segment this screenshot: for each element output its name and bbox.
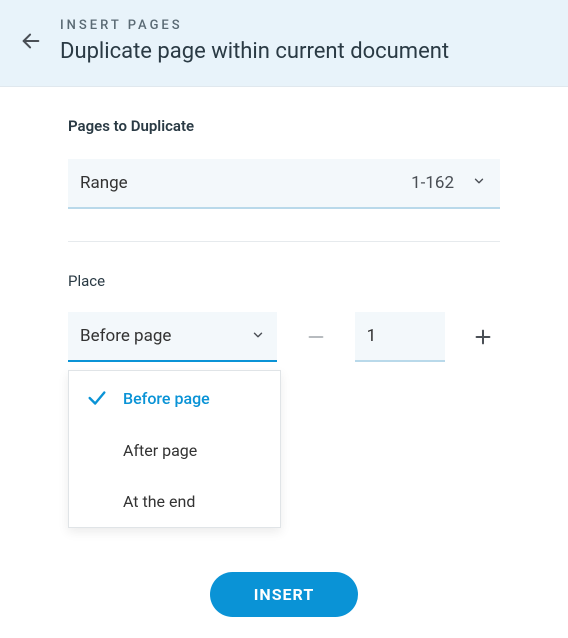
chevron-down-icon <box>472 173 486 193</box>
place-dropdown: Before page After page At the end <box>68 370 281 528</box>
place-selected-label: Before page <box>80 326 171 346</box>
check-icon <box>85 387 109 409</box>
decrement-button[interactable] <box>299 320 332 354</box>
insert-button[interactable]: INSERT <box>210 572 359 617</box>
pages-to-duplicate-label: Pages to Duplicate <box>68 117 500 135</box>
range-value: 1-162 <box>411 173 454 193</box>
breadcrumb: INSERT PAGES <box>60 18 449 33</box>
dropdown-option-at-the-end[interactable]: At the end <box>69 476 280 527</box>
section-divider <box>68 241 500 242</box>
place-label: Place <box>68 272 500 290</box>
place-select[interactable]: Before page <box>68 312 277 362</box>
dropdown-option-label: Before page <box>123 389 210 408</box>
range-mode-label: Range <box>80 173 128 193</box>
place-row: Before page <box>68 312 500 362</box>
dropdown-option-label: After page <box>123 441 197 460</box>
page-title: Duplicate page within current document <box>60 39 449 64</box>
dropdown-option-after-page[interactable]: After page <box>69 425 280 476</box>
action-row: INSERT <box>68 572 500 617</box>
back-arrow-icon[interactable] <box>20 30 42 52</box>
increment-button[interactable] <box>467 320 500 354</box>
chevron-down-icon <box>251 327 265 346</box>
dropdown-option-before-page[interactable]: Before page <box>69 371 280 425</box>
dropdown-option-label: At the end <box>123 492 195 511</box>
page-number-input[interactable] <box>355 312 445 362</box>
dialog-header: INSERT PAGES Duplicate page within curre… <box>0 0 568 87</box>
header-text-group: INSERT PAGES Duplicate page within curre… <box>60 18 449 64</box>
dialog-content: Pages to Duplicate Range 1-162 Place Bef… <box>0 87 568 617</box>
range-select[interactable]: Range 1-162 <box>68 159 500 209</box>
